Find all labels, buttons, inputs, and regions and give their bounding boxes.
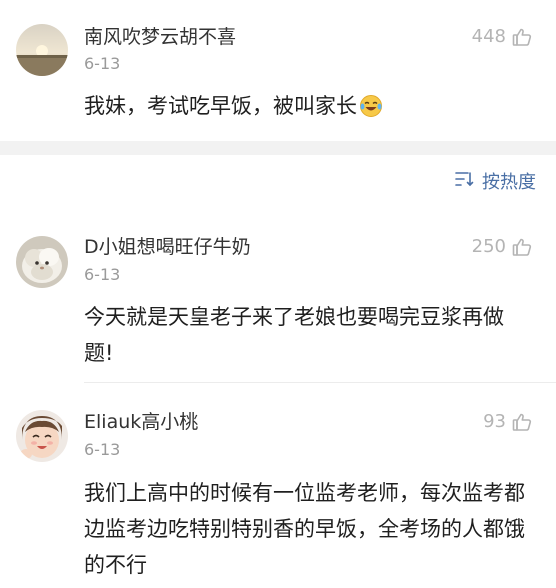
comment-username[interactable]: D小姐想喝旺仔牛奶 [84,236,251,258]
thumbs-up-icon [512,412,532,432]
comment-username[interactable]: Eliauk高小桃 [84,411,198,433]
comment-text: 我妹，考试吃早饭，被叫家长 [84,88,536,129]
comment-date: 6-13 [84,440,121,459]
like-button[interactable]: 448 [472,26,532,48]
avatar[interactable] [16,24,68,76]
thumbs-up-icon [512,237,532,257]
like-count: 448 [471,26,506,47]
avatar[interactable] [16,410,68,462]
crying-laughing-emoji [359,93,383,129]
comment-date: 6-13 [84,54,121,73]
like-button[interactable]: 250 [472,236,532,258]
avatar[interactable] [16,236,68,288]
comment-text: 今天就是天皇老子来了老娘也要喝完豆浆再做题! [84,305,504,365]
sort-label: 按热度 [482,171,536,193]
thumbs-up-icon [512,27,532,47]
comment-divider [84,382,556,383]
section-separator [0,141,556,155]
comment-username[interactable]: 南风吹梦云胡不喜 [84,26,236,48]
like-count: 93 [483,411,506,432]
sort-icon [454,170,474,195]
like-count: 250 [471,236,506,257]
like-button[interactable]: 93 [483,411,532,433]
comment-date: 6-13 [84,265,121,284]
comment-text-content: 我妹，考试吃早饭，被叫家长 [84,94,357,118]
sort-by-hotness-button[interactable]: 按热度 [454,170,536,195]
comment-text: 我们上高中的时候有一位监考老师，每次监考都边监考边吃特别特别香的早饭，全考场的人… [84,481,525,577]
